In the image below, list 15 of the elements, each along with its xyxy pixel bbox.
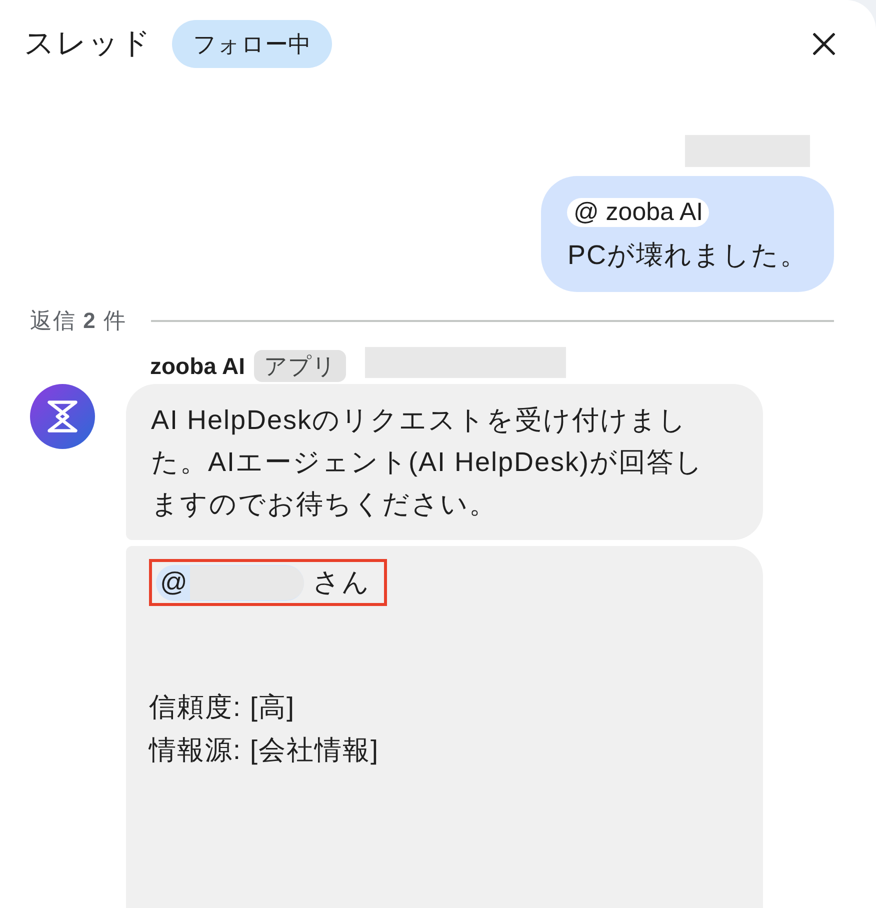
message-text: PCが壊れました。 [567,239,808,272]
close-icon [813,33,835,55]
message-text: AI HelpDeskのリクエストを受け付けました。AIエージェント(AI HelpDesk)が回答しますのでお待ちください。 [151,404,705,521]
app-logo-icon [30,384,95,449]
message-line: 信頼度: [高] [149,691,296,724]
thread-title: スレッド [24,29,152,59]
replies-count: 返信 2 件 [30,310,126,332]
following-chip[interactable]: フォロー中 [172,20,332,68]
mention-chip[interactable]: @ zooba AI [567,198,710,227]
app-badge: アプリ [254,350,346,382]
sender-name: zooba AI [150,354,245,378]
message-line: 情報源: [会社情報] [149,734,380,767]
mention-chip[interactable]: @ [156,564,304,600]
mention-at: @ [160,569,188,596]
honorific-text: さん [312,569,370,596]
